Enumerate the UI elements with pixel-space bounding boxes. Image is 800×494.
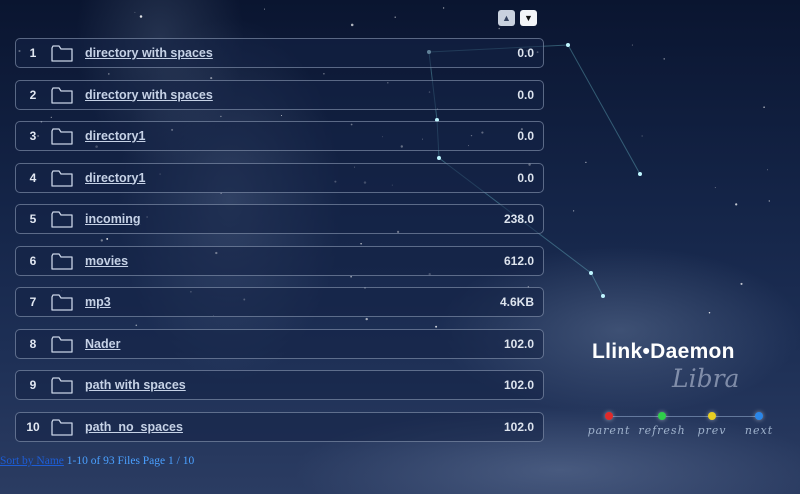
file-index: 8: [29, 336, 37, 351]
footer-status: Sort by Name 1-10 of 93 Files Page 1 / 1…: [0, 455, 194, 467]
nav-label: next: [744, 424, 774, 437]
file-row[interactable]: 9 path with spaces 102.0: [15, 370, 544, 400]
constellation-star: [601, 294, 605, 298]
folder-icon[interactable]: [50, 209, 74, 229]
file-row[interactable]: 6 movies 612.0: [15, 245, 544, 276]
page-status: 1-10 of 93 Files Page 1 / 10: [66, 455, 195, 467]
background-star: [585, 161, 587, 164]
file-row[interactable]: 8 Nader 102.0: [15, 328, 544, 359]
nav-label: prev: [697, 424, 727, 437]
file-index: 1: [29, 46, 37, 60]
file-name-link[interactable]: Nader: [85, 337, 120, 351]
file-size: 102.0: [503, 419, 534, 434]
background-star: [350, 23, 354, 27]
background-star: [631, 44, 633, 46]
constellation-line: [567, 44, 641, 175]
file-size: 0.0: [517, 170, 534, 185]
file-index: 5: [29, 212, 37, 226]
folder-icon[interactable]: [50, 251, 74, 271]
background-star: [498, 27, 500, 30]
sort-by-name-link[interactable]: Sort by Name: [0, 455, 64, 467]
constellation-star: [638, 172, 642, 176]
file-index: 3: [29, 129, 37, 143]
folder-icon[interactable]: [50, 85, 74, 105]
folder-icon[interactable]: [50, 417, 74, 437]
background-star: [714, 187, 716, 189]
brand-logo: Llink•Daemon: [592, 340, 735, 363]
file-name-link[interactable]: directory with spaces: [85, 46, 213, 60]
file-index: 10: [26, 419, 40, 434]
file-size: 4.6KB: [499, 295, 534, 309]
background-star: [663, 58, 665, 60]
brand-skin-name: Libra: [672, 364, 740, 393]
background-star: [134, 11, 136, 13]
background-star: [442, 7, 445, 9]
file-size: 102.0: [503, 336, 534, 351]
nav-dot-icon: [605, 412, 613, 420]
nav-prev-button[interactable]: prev: [687, 406, 737, 437]
navigation-bar: parent refresh prev next: [588, 406, 776, 446]
file-index: 7: [29, 295, 37, 309]
background-star: [641, 135, 643, 137]
nav-label: refresh: [638, 424, 686, 437]
background-star: [735, 203, 738, 206]
file-row[interactable]: 1 directory with spaces 0.0: [15, 38, 544, 68]
file-row[interactable]: 4 directory1 0.0: [15, 162, 544, 193]
background-star: [264, 8, 265, 10]
folder-icon[interactable]: [50, 43, 74, 63]
constellation-star: [589, 271, 593, 275]
file-size: 0.0: [517, 129, 534, 143]
sort-down-button[interactable]: ▼: [520, 10, 537, 26]
nav-dot-icon: [755, 412, 763, 420]
folder-icon[interactable]: [50, 375, 74, 395]
background-star: [763, 106, 765, 108]
folder-icon[interactable]: [50, 168, 74, 188]
folder-icon[interactable]: [50, 334, 74, 354]
background-star: [768, 200, 770, 202]
folder-icon[interactable]: [50, 126, 74, 146]
file-list: 1 directory with spaces 0.0 2 directory with…: [15, 38, 544, 453]
nav-dot-icon: [658, 412, 666, 420]
nav-next-button[interactable]: next: [734, 406, 784, 437]
file-size: 0.0: [517, 87, 534, 102]
background-star: [394, 16, 396, 18]
nav-parent-button[interactable]: parent: [584, 406, 634, 437]
file-size: 0.0: [517, 46, 534, 60]
nav-refresh-button[interactable]: refresh: [637, 406, 687, 437]
file-size: 238.0: [503, 212, 534, 226]
file-index: 6: [29, 253, 37, 268]
file-name-link[interactable]: mp3: [85, 295, 111, 309]
file-row[interactable]: 5 incoming 238.0: [15, 204, 544, 234]
file-name-link[interactable]: directory1: [85, 171, 145, 185]
nav-label: parent: [587, 424, 631, 437]
file-row[interactable]: 7 mp3 4.6KB: [15, 287, 544, 317]
file-name-link[interactable]: directory1: [85, 129, 145, 143]
file-row[interactable]: 10 path_no_spaces 102.0: [15, 411, 544, 442]
constellation-star: [566, 43, 570, 47]
background-star: [740, 282, 743, 285]
file-index: 4: [29, 170, 37, 185]
file-name-link[interactable]: directory with spaces: [85, 88, 213, 102]
file-index: 2: [29, 87, 37, 102]
background-star: [708, 312, 711, 314]
triangle-up-icon: ▲: [502, 12, 511, 23]
nav-dot-icon: [708, 412, 716, 420]
file-index: 9: [29, 378, 37, 392]
background-star: [767, 169, 769, 171]
file-size: 102.0: [503, 378, 534, 392]
file-name-link[interactable]: path_no_spaces: [85, 420, 183, 434]
triangle-down-icon: ▼: [524, 12, 533, 23]
file-name-link[interactable]: incoming: [85, 212, 141, 226]
sort-buttons: ▲ ▼: [498, 10, 537, 26]
sort-up-button[interactable]: ▲: [498, 10, 515, 26]
constellation-line: [590, 272, 604, 297]
file-size: 612.0: [503, 253, 534, 268]
file-row[interactable]: 2 directory with spaces 0.0: [15, 79, 544, 110]
background-star: [139, 15, 143, 18]
file-name-link[interactable]: path with spaces: [85, 378, 186, 392]
background-star: [572, 210, 575, 212]
file-name-link[interactable]: movies: [85, 254, 128, 268]
folder-icon[interactable]: [50, 292, 74, 312]
file-row[interactable]: 3 directory1 0.0: [15, 121, 544, 151]
